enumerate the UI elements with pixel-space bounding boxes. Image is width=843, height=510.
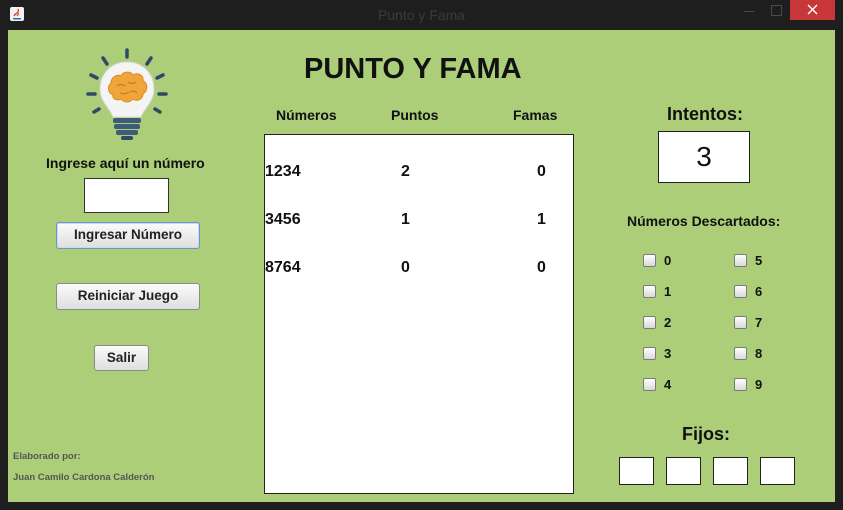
fijo-box-4 xyxy=(760,457,795,485)
close-button[interactable] xyxy=(790,0,835,20)
descartados-label: Números Descartados: xyxy=(627,213,781,229)
title-bar[interactable]: Punto y Fama xyxy=(0,0,843,30)
header-numeros: Números xyxy=(276,107,337,123)
credit-label: Elaborado por: xyxy=(13,451,81,462)
fijo-box-3 xyxy=(713,457,748,485)
row-3-famas: 0 xyxy=(537,259,546,276)
row-3-puntos: 0 xyxy=(401,259,410,276)
header-famas: Famas xyxy=(513,107,558,123)
discard-checkbox-1[interactable]: 1 xyxy=(643,284,671,299)
checkbox-box[interactable] xyxy=(734,254,747,267)
checkbox-label: 1 xyxy=(664,284,672,299)
checkbox-label: 6 xyxy=(755,284,763,299)
checkbox-box[interactable] xyxy=(643,316,656,329)
row-3-numero: 8764 xyxy=(265,259,301,276)
reiniciar-juego-button[interactable]: Reiniciar Juego xyxy=(56,283,200,310)
checkbox-label: 0 xyxy=(664,253,672,268)
window-title: Punto y Fama xyxy=(377,7,466,23)
row-1-numero: 1234 xyxy=(265,163,301,180)
discard-checkbox-8[interactable]: 8 xyxy=(734,346,762,361)
intentos-label: Intentos: xyxy=(667,104,743,124)
game-title: PUNTO Y FAMA xyxy=(304,53,522,85)
fijo-box-2 xyxy=(666,457,701,485)
ingresar-numero-button[interactable]: Ingresar Número xyxy=(56,222,200,249)
credit-name: Juan Camilo Cardona Calderón xyxy=(13,472,155,483)
maximize-button[interactable] xyxy=(763,0,789,22)
discard-checkbox-0[interactable]: 0 xyxy=(643,253,671,268)
row-1-puntos: 2 xyxy=(401,163,410,180)
discard-checkbox-5[interactable]: 5 xyxy=(734,253,762,268)
discard-checkbox-4[interactable]: 4 xyxy=(643,377,671,392)
checkbox-box[interactable] xyxy=(734,316,747,329)
checkbox-box[interactable] xyxy=(643,347,656,360)
close-icon xyxy=(807,4,818,15)
checkbox-label: 9 xyxy=(755,377,763,392)
checkbox-box[interactable] xyxy=(643,378,656,391)
checkbox-box[interactable] xyxy=(734,378,747,391)
checkbox-box[interactable] xyxy=(734,285,747,298)
discard-checkbox-6[interactable]: 6 xyxy=(734,284,762,299)
discard-checkbox-3[interactable]: 3 xyxy=(643,346,671,361)
checkbox-label: 2 xyxy=(664,315,672,330)
checkbox-box[interactable] xyxy=(734,347,747,360)
lightbulb-brain-icon xyxy=(86,48,168,140)
salir-button[interactable]: Salir xyxy=(94,345,149,371)
row-2-famas: 1 xyxy=(537,211,546,228)
number-input[interactable] xyxy=(84,178,169,213)
discard-checkbox-7[interactable]: 7 xyxy=(734,315,762,330)
fijo-box-1 xyxy=(619,457,654,485)
checkbox-label: 5 xyxy=(755,253,763,268)
checkbox-label: 7 xyxy=(755,315,763,330)
fijos-label: Fijos: xyxy=(682,424,730,444)
row-2-numero: 3456 xyxy=(265,211,301,228)
row-1-famas: 0 xyxy=(537,163,546,180)
checkbox-label: 4 xyxy=(664,377,672,392)
discard-checkbox-9[interactable]: 9 xyxy=(734,377,762,392)
input-prompt-label: Ingrese aquí un número xyxy=(46,155,205,171)
minimize-button[interactable] xyxy=(735,0,763,22)
checkbox-label: 8 xyxy=(755,346,763,361)
header-puntos: Puntos xyxy=(391,107,439,123)
intentos-value: 3 xyxy=(658,131,750,183)
checkbox-box[interactable] xyxy=(643,254,656,267)
checkbox-label: 3 xyxy=(664,346,672,361)
checkbox-box[interactable] xyxy=(643,285,656,298)
results-table[interactable] xyxy=(264,134,574,494)
row-2-puntos: 1 xyxy=(401,211,410,228)
discard-checkbox-2[interactable]: 2 xyxy=(643,315,671,330)
